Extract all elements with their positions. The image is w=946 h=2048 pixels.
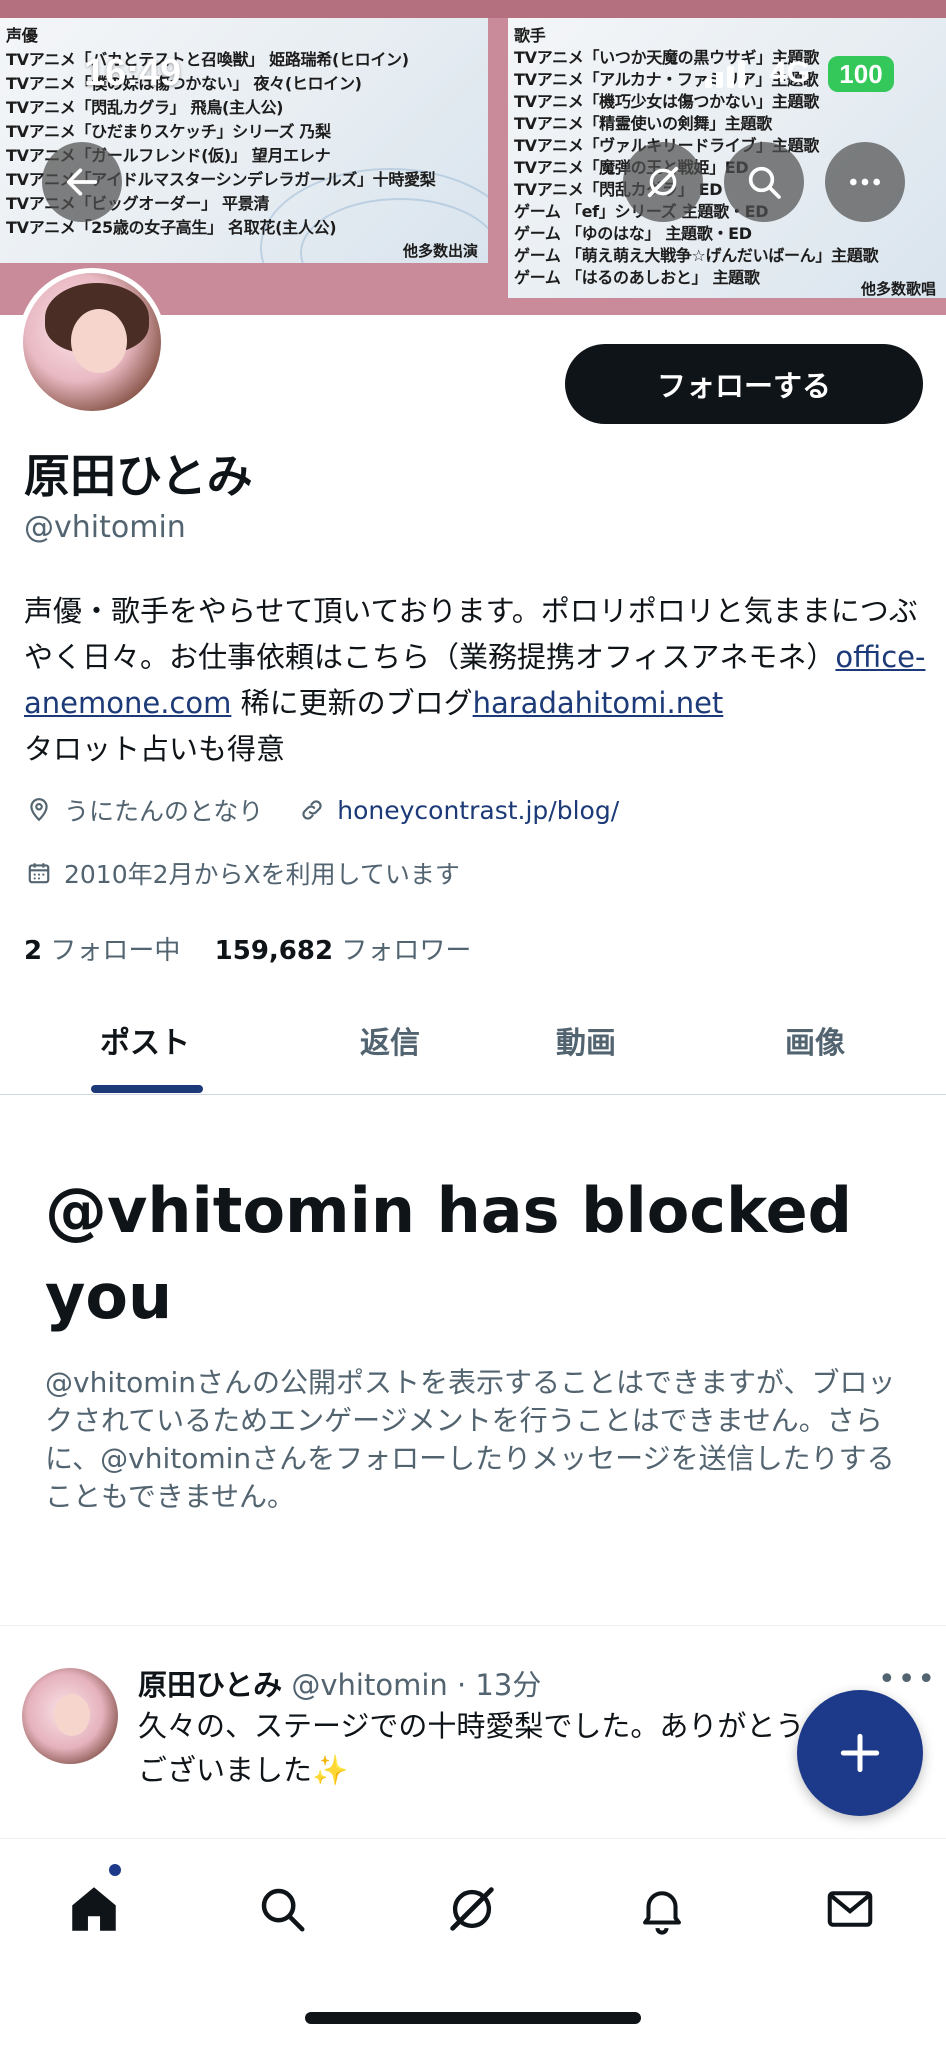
grok-icon [450, 1887, 494, 1931]
network-type: 4G [770, 56, 811, 89]
banner-line: TVアニメ「閃乱カグラ」 飛鳥(主人公) [6, 98, 284, 117]
status-time: 16:49 [84, 52, 182, 94]
profile-bio: 声優・歌手をやらせて頂いております。ポロリポロリと気ままにつぶやく日々。お仕事依… [24, 588, 934, 772]
profile-display-name: 原田ひとみ [24, 449, 253, 503]
calendar-icon [24, 858, 54, 888]
profile-meta-row: うにたんのとなり honeycontrast.jp/blog/ [24, 792, 619, 828]
back-button[interactable] [42, 142, 122, 222]
profile-handle: @vhitomin [24, 510, 186, 545]
search-icon [261, 1888, 305, 1932]
post-more-button[interactable]: ••• [878, 1662, 937, 1697]
bio-link-blog[interactable]: haradahitomi.net [473, 686, 724, 720]
followers-link[interactable]: 159,682 フォロワー [215, 936, 472, 966]
bio-text: 稀に更新のブログ [231, 686, 473, 720]
tab-media[interactable]: 画像 [785, 1018, 845, 1062]
section-divider [0, 1625, 946, 1626]
more-horizontal-icon [850, 178, 880, 186]
more-options-button[interactable] [825, 142, 905, 222]
banner-line: ゲーム 「萌え萌え大戦争☆げんだいばーん」主題歌 [514, 246, 879, 265]
banner-line: TVアニメ「僕の妹は傷つかない」 夜々(ヒロイン) [6, 74, 362, 93]
banner-panel-voice-roles: 声優 TVアニメ「バカとテストと召喚獣」 姫路瑞希(ヒロイン) TVアニメ「僕の… [0, 18, 488, 263]
active-tab-indicator [91, 1085, 203, 1093]
home-notification-dot [107, 1862, 123, 1878]
bell-icon [643, 1891, 681, 1935]
home-indicator [305, 2012, 641, 2024]
battery-indicator: 100 [828, 56, 894, 92]
banner-line: TVアニメ「ひだまりスケッチ」シリーズ 乃梨 [6, 122, 331, 141]
arrow-left-icon [66, 168, 98, 196]
banner-line: TVアニメ「精霊使いの剣舞」主題歌 [514, 114, 772, 133]
profile-joined-row: 2010年2月からXを利用しています [24, 855, 460, 891]
followers-label: フォロワー [341, 936, 472, 966]
followers-count: 159,682 [214, 936, 334, 966]
tab-posts[interactable]: ポスト [100, 1018, 190, 1062]
banner-line: ゲーム 「はるのあしおと」 主題歌 [514, 268, 760, 287]
search-icon [748, 166, 781, 199]
home-icon [72, 1887, 116, 1931]
banner-footer: 他多数歌唱 [860, 280, 936, 298]
follow-counts: 2 フォロー中 159,682 フォロワー [24, 930, 471, 967]
banner-line: TVアニメ「バカとテストと召喚獣」 姫路瑞希(ヒロイン) [6, 50, 409, 69]
post-header: 原田ひとみ @vhitomin · 13分 [138, 1662, 541, 1704]
banner-top-strip [0, 0, 946, 18]
nav-home[interactable] [54, 1869, 134, 1949]
banner-heading: 歌手 [514, 26, 546, 45]
banner-line: ゲーム 「ゆのはな」 主題歌・ED [514, 224, 752, 243]
search-button[interactable] [724, 142, 804, 222]
following-label: フォロー中 [50, 936, 181, 966]
nav-messages[interactable] [810, 1869, 890, 1949]
profile-joined-date: 2010年2月からXを利用しています [64, 860, 460, 889]
post-separator: · [456, 1668, 467, 1702]
bio-text: 声優・歌手をやらせて頂いております。ポロリポロリと気ままにつぶやく日々。お仕事依… [24, 594, 918, 674]
avatar-face [54, 1694, 90, 1736]
following-count: 2 [24, 936, 43, 966]
bio-text: タロット占いも得意 [24, 732, 286, 766]
blocked-notice-description: @vhitominさんの公開ポストを表示することはできますが、ブロックされている… [45, 1366, 896, 1513]
nav-grok[interactable] [432, 1869, 512, 1949]
grok-button[interactable] [623, 142, 703, 222]
location-pin-icon [24, 795, 54, 825]
nav-notifications[interactable] [622, 1869, 702, 1949]
tab-replies[interactable]: 返信 [360, 1018, 420, 1062]
banner-footer: 他多数出演 [402, 242, 478, 260]
post-timestamp[interactable]: 13分 [475, 1668, 541, 1702]
banner-line: TVアニメ「25歳の女子高生」 名取花(主人公) [6, 218, 337, 237]
post-author-handle[interactable]: @vhitomin [291, 1668, 447, 1702]
plus-icon [840, 1733, 880, 1773]
post-author-name[interactable]: 原田ひとみ [138, 1668, 282, 1702]
nav-search[interactable] [242, 1869, 322, 1949]
profile-tabs: ポスト 返信 動画 画像 [0, 1000, 946, 1095]
profile-location: うにたんのとなり [64, 797, 264, 826]
banner-heading: 声優 [6, 26, 38, 45]
mail-icon [827, 1891, 873, 1927]
following-link[interactable]: 2 フォロー中 [24, 936, 180, 966]
signal-strength-icon [705, 58, 745, 88]
grok-icon [647, 166, 679, 198]
post-author-avatar[interactable] [22, 1668, 118, 1764]
banner-line: TVアニメ「機巧少女は傷つかない」主題歌 [514, 92, 819, 111]
avatar-face [71, 309, 127, 373]
compose-post-button[interactable] [797, 1690, 923, 1816]
post-text[interactable]: 久々の、ステージでの十時愛梨でした。ありがとうございました✨ [138, 1704, 828, 1792]
follow-button[interactable]: フォローする [565, 344, 923, 424]
profile-avatar[interactable] [18, 268, 166, 416]
profile-banner[interactable]: 声優 TVアニメ「バカとテストと召喚獣」 姫路瑞希(ヒロイン) TVアニメ「僕の… [0, 0, 946, 315]
link-icon [297, 795, 327, 825]
tab-videos[interactable]: 動画 [556, 1018, 616, 1062]
profile-website-link[interactable]: honeycontrast.jp/blog/ [337, 796, 619, 825]
blocked-notice-title: @vhitomin has blocked you [45, 1174, 853, 1333]
